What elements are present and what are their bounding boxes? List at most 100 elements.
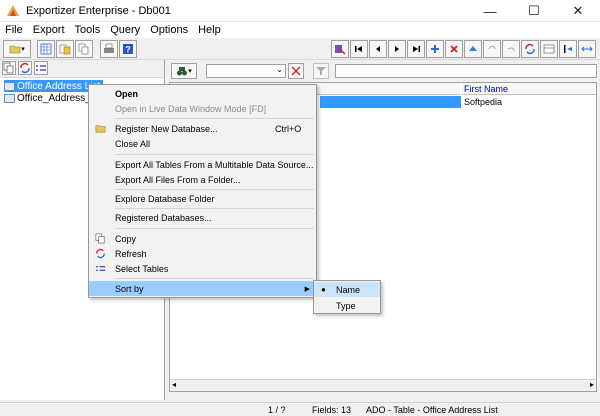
fit-width-button[interactable]	[578, 40, 596, 58]
app-logo-icon	[7, 4, 19, 16]
menu-separator	[115, 278, 314, 279]
menu-item-sort-by[interactable]: Sort by ▶	[89, 281, 316, 296]
title-bar: Exportizer Enterprise - Db001 — ☐ ✕	[0, 0, 600, 22]
menu-item-open-live-data: Open in Live Data Window Mode [FD]	[89, 101, 316, 116]
status-bar: 1 / ? Fields: 13 ADO - Table - Office Ad…	[0, 402, 600, 416]
menu-item-open[interactable]: Open	[89, 86, 316, 101]
menu-separator	[115, 154, 314, 155]
delete-icon	[450, 45, 458, 53]
tree-copy-button[interactable]	[2, 61, 16, 75]
select-tables-icon	[36, 65, 46, 71]
cancel-edit-button[interactable]	[502, 40, 520, 58]
grid-header-first-name[interactable]: First Name	[462, 83, 596, 95]
fit-left-icon	[564, 45, 572, 53]
minimize-button[interactable]: —	[468, 0, 512, 22]
first-record-button[interactable]	[350, 40, 368, 58]
menu-item-label: Register New Database...	[115, 123, 218, 134]
binoculars-icon	[177, 67, 188, 76]
sort-by-name[interactable]: ● Name	[314, 282, 380, 297]
help-button[interactable]: ?	[119, 40, 137, 58]
menu-item-explore-folder[interactable]: Explore Database Folder	[89, 191, 316, 206]
export-button[interactable]	[56, 40, 74, 58]
menu-file[interactable]: File	[0, 24, 28, 36]
sort-by-type[interactable]: Type	[314, 298, 380, 313]
menu-export[interactable]: Export	[28, 24, 70, 36]
search-field-select[interactable]: ⌄	[206, 64, 286, 78]
filter-expression-input[interactable]	[335, 64, 597, 78]
arrow-up-icon	[469, 46, 477, 51]
menu-item-registered-databases[interactable]: Registered Databases...	[89, 210, 316, 225]
refresh-data-button[interactable]	[521, 40, 539, 58]
window-title: Exportizer Enterprise - Db001	[26, 4, 171, 17]
grid-columns-button[interactable]	[540, 40, 558, 58]
first-record-icon	[355, 46, 362, 52]
open-folder-button[interactable]: ▾	[3, 40, 31, 58]
menu-separator	[115, 208, 314, 209]
grid-cell-first-name[interactable]: Softpedia	[462, 96, 596, 108]
folder-icon	[9, 45, 21, 54]
menu-query[interactable]: Query	[105, 24, 145, 36]
check-icon	[488, 45, 496, 50]
menu-options[interactable]: Options	[145, 24, 193, 36]
filter-records-button[interactable]	[331, 40, 349, 58]
next-record-button[interactable]	[388, 40, 406, 58]
clear-search-button[interactable]	[288, 63, 304, 79]
menu-item-label: Registered Databases...	[115, 212, 212, 223]
sort-submenu: ● Name Type	[313, 280, 381, 314]
chevron-down-icon: ⌄	[276, 65, 283, 74]
fit-columns-button[interactable]	[559, 40, 577, 58]
undo-icon	[507, 47, 515, 52]
tree-refresh-button[interactable]	[18, 61, 32, 75]
insert-record-button[interactable]	[426, 40, 444, 58]
grid-icon	[40, 43, 52, 55]
edit-record-button[interactable]	[464, 40, 482, 58]
fit-width-icon	[581, 46, 593, 52]
menu-tools[interactable]: Tools	[70, 24, 106, 36]
menu-item-select-tables[interactable]: Select Tables	[89, 261, 316, 276]
menu-item-close-all[interactable]: Close All	[89, 136, 316, 151]
print-button[interactable]	[100, 40, 118, 58]
menu-bar: File Export Tools Query Options Help	[0, 22, 600, 38]
menu-item-refresh[interactable]: Refresh	[89, 246, 316, 261]
menu-item-export-all-tables[interactable]: Export All Tables From a Multitable Data…	[89, 157, 316, 172]
scroll-right-icon[interactable]: ▸	[590, 380, 594, 389]
scroll-left-icon[interactable]: ◂	[172, 380, 176, 389]
filter-db-icon	[335, 45, 346, 55]
copy-icon	[94, 233, 106, 245]
menu-separator	[115, 118, 314, 119]
horizontal-scrollbar[interactable]: ◂ ▸	[170, 379, 596, 391]
next-record-icon	[395, 46, 399, 52]
prior-record-button[interactable]	[369, 40, 387, 58]
clear-filter-icon	[291, 66, 301, 76]
last-record-icon	[413, 46, 420, 52]
refresh-icon	[525, 43, 535, 55]
grid-selected-cell[interactable]	[320, 96, 461, 108]
post-edit-button[interactable]	[483, 40, 501, 58]
menu-item-label: Export All Files From a Folder...	[115, 174, 241, 185]
menu-item-label: Copy	[115, 233, 137, 244]
menu-item-label: Refresh	[115, 248, 147, 259]
refresh-icon	[94, 248, 106, 260]
menu-item-copy[interactable]: Copy	[89, 231, 316, 246]
binoculars-find-button[interactable]: ▾	[171, 63, 197, 79]
menu-item-label: Export All Tables From a Multitable Data…	[115, 159, 314, 170]
close-button[interactable]: ✕	[556, 0, 600, 22]
copy-button[interactable]	[75, 40, 93, 58]
printer-icon	[104, 43, 114, 53]
delete-record-button[interactable]	[445, 40, 463, 58]
menu-item-export-all-files[interactable]: Export All Files From a Folder...	[89, 172, 316, 187]
copy-icon	[3, 62, 14, 74]
submenu-item-label: Name	[336, 284, 361, 295]
menu-item-register-database[interactable]: Register New Database... Ctrl+O	[89, 121, 316, 136]
menu-item-shortcut: Ctrl+O	[275, 123, 302, 134]
select-tables-icon	[94, 263, 106, 275]
help-icon: ?	[123, 44, 133, 55]
menu-item-label: Sort by	[115, 283, 144, 294]
tree-select-tables-button[interactable]	[34, 61, 48, 75]
maximize-button[interactable]: ☐	[512, 0, 556, 22]
grid-view-button[interactable]	[37, 40, 55, 58]
menu-help[interactable]: Help	[193, 24, 226, 36]
last-record-button[interactable]	[407, 40, 425, 58]
status-position: 1 / ?	[268, 405, 286, 415]
filter-button[interactable]	[313, 63, 329, 79]
